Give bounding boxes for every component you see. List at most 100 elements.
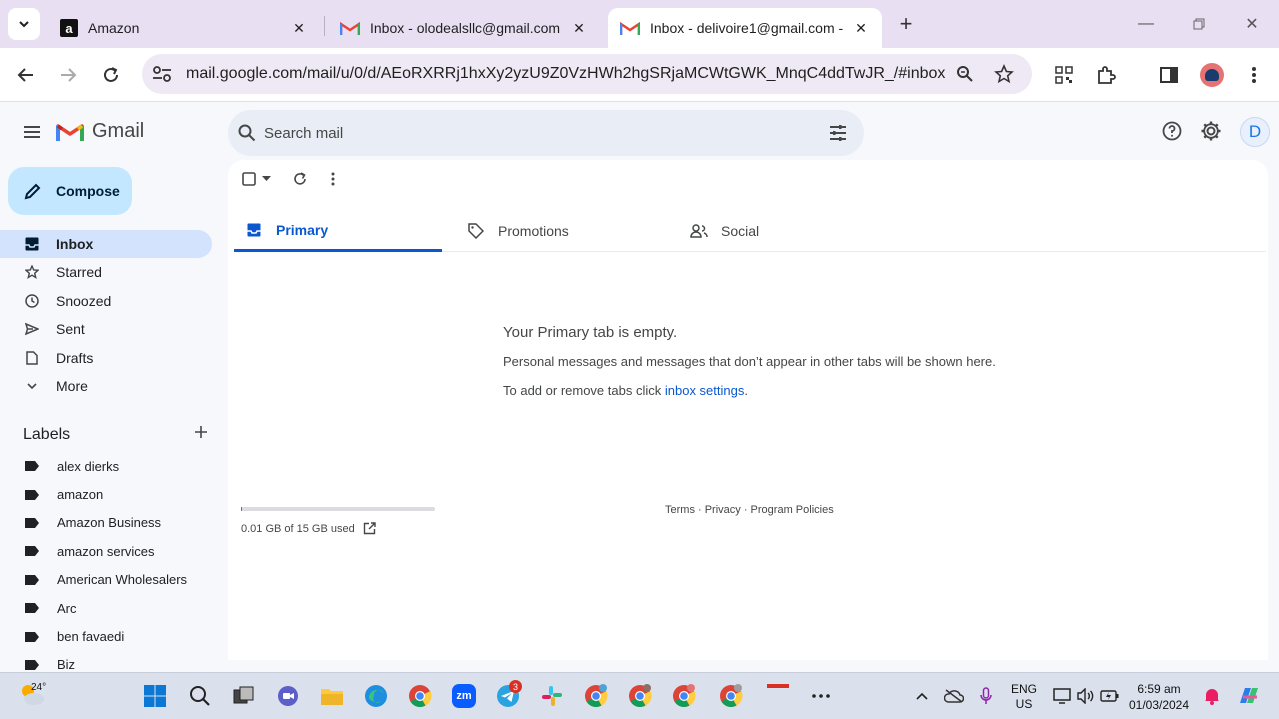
taskbar-chrome-profile-3[interactable] (671, 683, 697, 709)
network-status[interactable] (1049, 683, 1075, 709)
storage-text-row: 0.01 GB of 15 GB used (241, 522, 435, 535)
extensions-button[interactable] (1092, 61, 1120, 89)
compose-button[interactable]: Compose (8, 167, 132, 215)
sidebar-label-item[interactable]: American Wholesalers (0, 566, 228, 594)
taskbar-search-button[interactable] (187, 683, 213, 709)
tab-title: Inbox - olodealsllc@gmail.com (370, 20, 561, 36)
taskbar-chrome[interactable] (407, 683, 433, 709)
clock[interactable]: 6:59 am 01/03/2024 (1128, 681, 1190, 713)
tab-social[interactable]: Social (679, 210, 887, 252)
sidebar-item-sent[interactable]: Sent (0, 315, 212, 343)
more-actions-button[interactable] (331, 172, 335, 186)
label-icon (25, 603, 39, 614)
microphone-icon (980, 687, 992, 704)
create-label-button[interactable] (194, 425, 208, 444)
search-bar[interactable] (228, 110, 864, 156)
sidebar-label-item[interactable]: amazon services (0, 537, 228, 565)
sidebar-item-snoozed[interactable]: Snoozed (0, 287, 212, 315)
side-panel-button[interactable] (1155, 61, 1183, 89)
footer-links[interactable]: Terms · Privacy · Program Policies (665, 504, 834, 516)
forward-button[interactable] (54, 61, 82, 89)
sidebar-label-item[interactable]: alex dierks (0, 452, 228, 480)
sidebar-item-more[interactable]: More (0, 372, 212, 400)
clock-icon (24, 293, 40, 309)
search-options-icon[interactable] (828, 124, 848, 142)
browser-tab-inbox-delivoire[interactable]: Inbox - delivoire1@gmail.com - ✕ (608, 8, 882, 48)
bookmark-star-icon[interactable] (994, 64, 1014, 84)
taskbar-zoom[interactable]: zm (451, 683, 477, 709)
open-in-new-icon[interactable] (363, 522, 376, 535)
onedrive-status[interactable] (941, 683, 967, 709)
close-icon[interactable]: ✕ (852, 19, 870, 37)
taskbar-chrome-profile-1[interactable] (583, 683, 609, 709)
address-bar[interactable]: mail.google.com/mail/u/0/d/AEoRXRRj1hxXy… (142, 54, 1032, 94)
browser-tab-inbox-olodeals[interactable]: Inbox - olodealsllc@gmail.com ✕ (328, 8, 600, 48)
taskbar-chrome-profile-2[interactable] (627, 683, 653, 709)
taskbar-telegram[interactable]: 3 (495, 680, 522, 709)
close-icon[interactable]: ✕ (290, 19, 308, 37)
reload-icon (104, 67, 118, 82)
empty-heading: Your Primary tab is empty. (503, 324, 678, 341)
sidebar-item-starred[interactable]: Starred (0, 258, 212, 286)
gmail-logo[interactable]: Gmail (56, 120, 144, 143)
search-icon[interactable] (238, 124, 256, 142)
sidebar-label-item[interactable]: Arc (0, 594, 228, 622)
restore-button[interactable] (1187, 12, 1211, 36)
microphone-status[interactable] (973, 683, 999, 709)
sidebar-item-label: Snoozed (56, 292, 112, 309)
settings-button[interactable] (1199, 119, 1223, 143)
site-settings-icon[interactable] (152, 65, 172, 83)
volume-status[interactable] (1073, 683, 1099, 709)
support-button[interactable] (1160, 119, 1184, 143)
taskbar-edge[interactable] (363, 683, 389, 709)
label-icon (25, 461, 39, 472)
weather-widget[interactable]: 24° (18, 681, 48, 711)
account-avatar[interactable]: D (1240, 117, 1270, 147)
back-button[interactable] (12, 61, 40, 89)
taskbar-pinned-app[interactable] (765, 683, 791, 709)
gmail-m-icon (56, 124, 84, 141)
sidebar-item-drafts[interactable]: Drafts (0, 344, 212, 372)
select-all-checkbox[interactable] (242, 172, 271, 186)
taskbar-chrome-profile-4[interactable] (718, 683, 744, 709)
taskbar-overflow-button[interactable] (808, 683, 834, 709)
amazon-favicon-icon: a (60, 19, 78, 37)
show-hidden-icons-button[interactable] (909, 683, 935, 709)
task-view-button[interactable] (231, 683, 257, 709)
sidebar-item-inbox[interactable]: Inbox (0, 230, 212, 258)
browser-menu-button[interactable] (1240, 61, 1268, 89)
telegram-unread-badge: 3 (509, 680, 522, 693)
pencil-icon (24, 183, 41, 200)
taskbar-teams[interactable] (275, 683, 301, 709)
battery-status[interactable] (1097, 683, 1123, 709)
sidebar-label-item[interactable]: amazon (0, 480, 228, 508)
zoom-icon[interactable] (956, 65, 974, 83)
reload-button[interactable] (97, 61, 125, 89)
sidebar-label-item[interactable]: Amazon Business (0, 509, 228, 537)
close-icon[interactable]: ✕ (570, 19, 588, 37)
sidebar-label-item[interactable]: ben favaedi (0, 622, 228, 650)
inbox-settings-link[interactable]: inbox settings (665, 383, 745, 398)
new-tab-button[interactable]: + (894, 11, 918, 36)
taskbar-file-explorer[interactable] (319, 683, 345, 709)
tab-primary[interactable]: Primary (234, 210, 442, 252)
tab-promotions[interactable]: Promotions (456, 210, 664, 252)
notifications-button[interactable] (1199, 683, 1225, 709)
draft-icon (24, 350, 40, 366)
refresh-button[interactable] (293, 172, 307, 186)
profile-button[interactable] (1198, 61, 1226, 89)
search-input[interactable] (264, 110, 824, 156)
gmail-favicon-icon (340, 21, 360, 35)
minimize-button[interactable]: — (1134, 12, 1158, 36)
main-menu-button[interactable] (18, 120, 46, 144)
close-icon: ✕ (1245, 16, 1259, 33)
start-button[interactable] (142, 683, 168, 709)
taskbar-slack[interactable] (539, 683, 565, 709)
input-language-indicator[interactable]: ENG US (1008, 682, 1040, 712)
qr-code-button[interactable] (1050, 61, 1078, 89)
close-window-button[interactable]: ✕ (1240, 12, 1264, 36)
hint-prefix: To add or remove tabs click (503, 383, 665, 398)
copilot-button[interactable] (1236, 683, 1262, 709)
tab-search-button[interactable] (8, 8, 40, 40)
browser-tab-amazon[interactable]: a Amazon ✕ (48, 8, 320, 48)
